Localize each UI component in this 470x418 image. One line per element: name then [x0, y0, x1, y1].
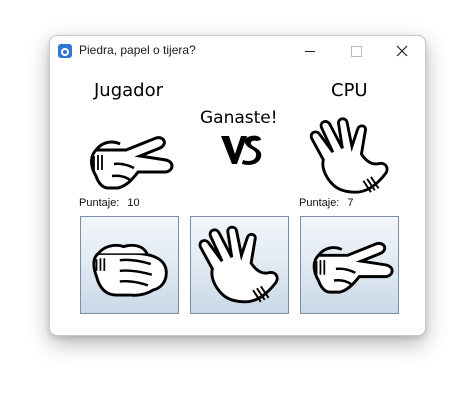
minimize-icon	[305, 50, 315, 52]
paper-hand-icon	[198, 225, 279, 304]
paper-hand-icon	[309, 117, 389, 194]
vs-icon	[221, 135, 262, 165]
result-text: Ganaste!	[200, 108, 278, 128]
title-bar[interactable]: Piedra, papel o tijera?	[50, 36, 425, 66]
cpu-score: Puntaje: 7	[299, 197, 354, 209]
player-label: Jugador	[94, 80, 164, 101]
player-score-label: Puntaje:	[79, 197, 120, 209]
close-icon	[396, 45, 408, 57]
rock-button[interactable]	[80, 216, 179, 314]
scissors-button[interactable]	[300, 216, 399, 314]
scissors-hand-icon	[312, 241, 394, 294]
paper-button[interactable]	[190, 216, 289, 314]
cpu-score-value: 7	[347, 197, 354, 209]
minimize-button[interactable]	[287, 36, 333, 66]
player-score: Puntaje: 10	[79, 197, 140, 209]
game-icon	[58, 44, 72, 58]
maximize-icon	[350, 45, 362, 57]
cpu-score-label: Puntaje:	[299, 197, 340, 209]
scissors-hand-icon	[90, 136, 174, 190]
maximize-button[interactable]	[333, 36, 379, 66]
game-window: Piedra, papel o tijera? Jugador CPU Gana…	[49, 35, 426, 336]
window-title: Piedra, papel o tijera?	[79, 43, 196, 57]
cpu-label: CPU	[331, 80, 368, 101]
player-score-value: 10	[127, 197, 140, 209]
rock-hand-icon	[92, 243, 168, 297]
close-button[interactable]	[379, 36, 425, 66]
